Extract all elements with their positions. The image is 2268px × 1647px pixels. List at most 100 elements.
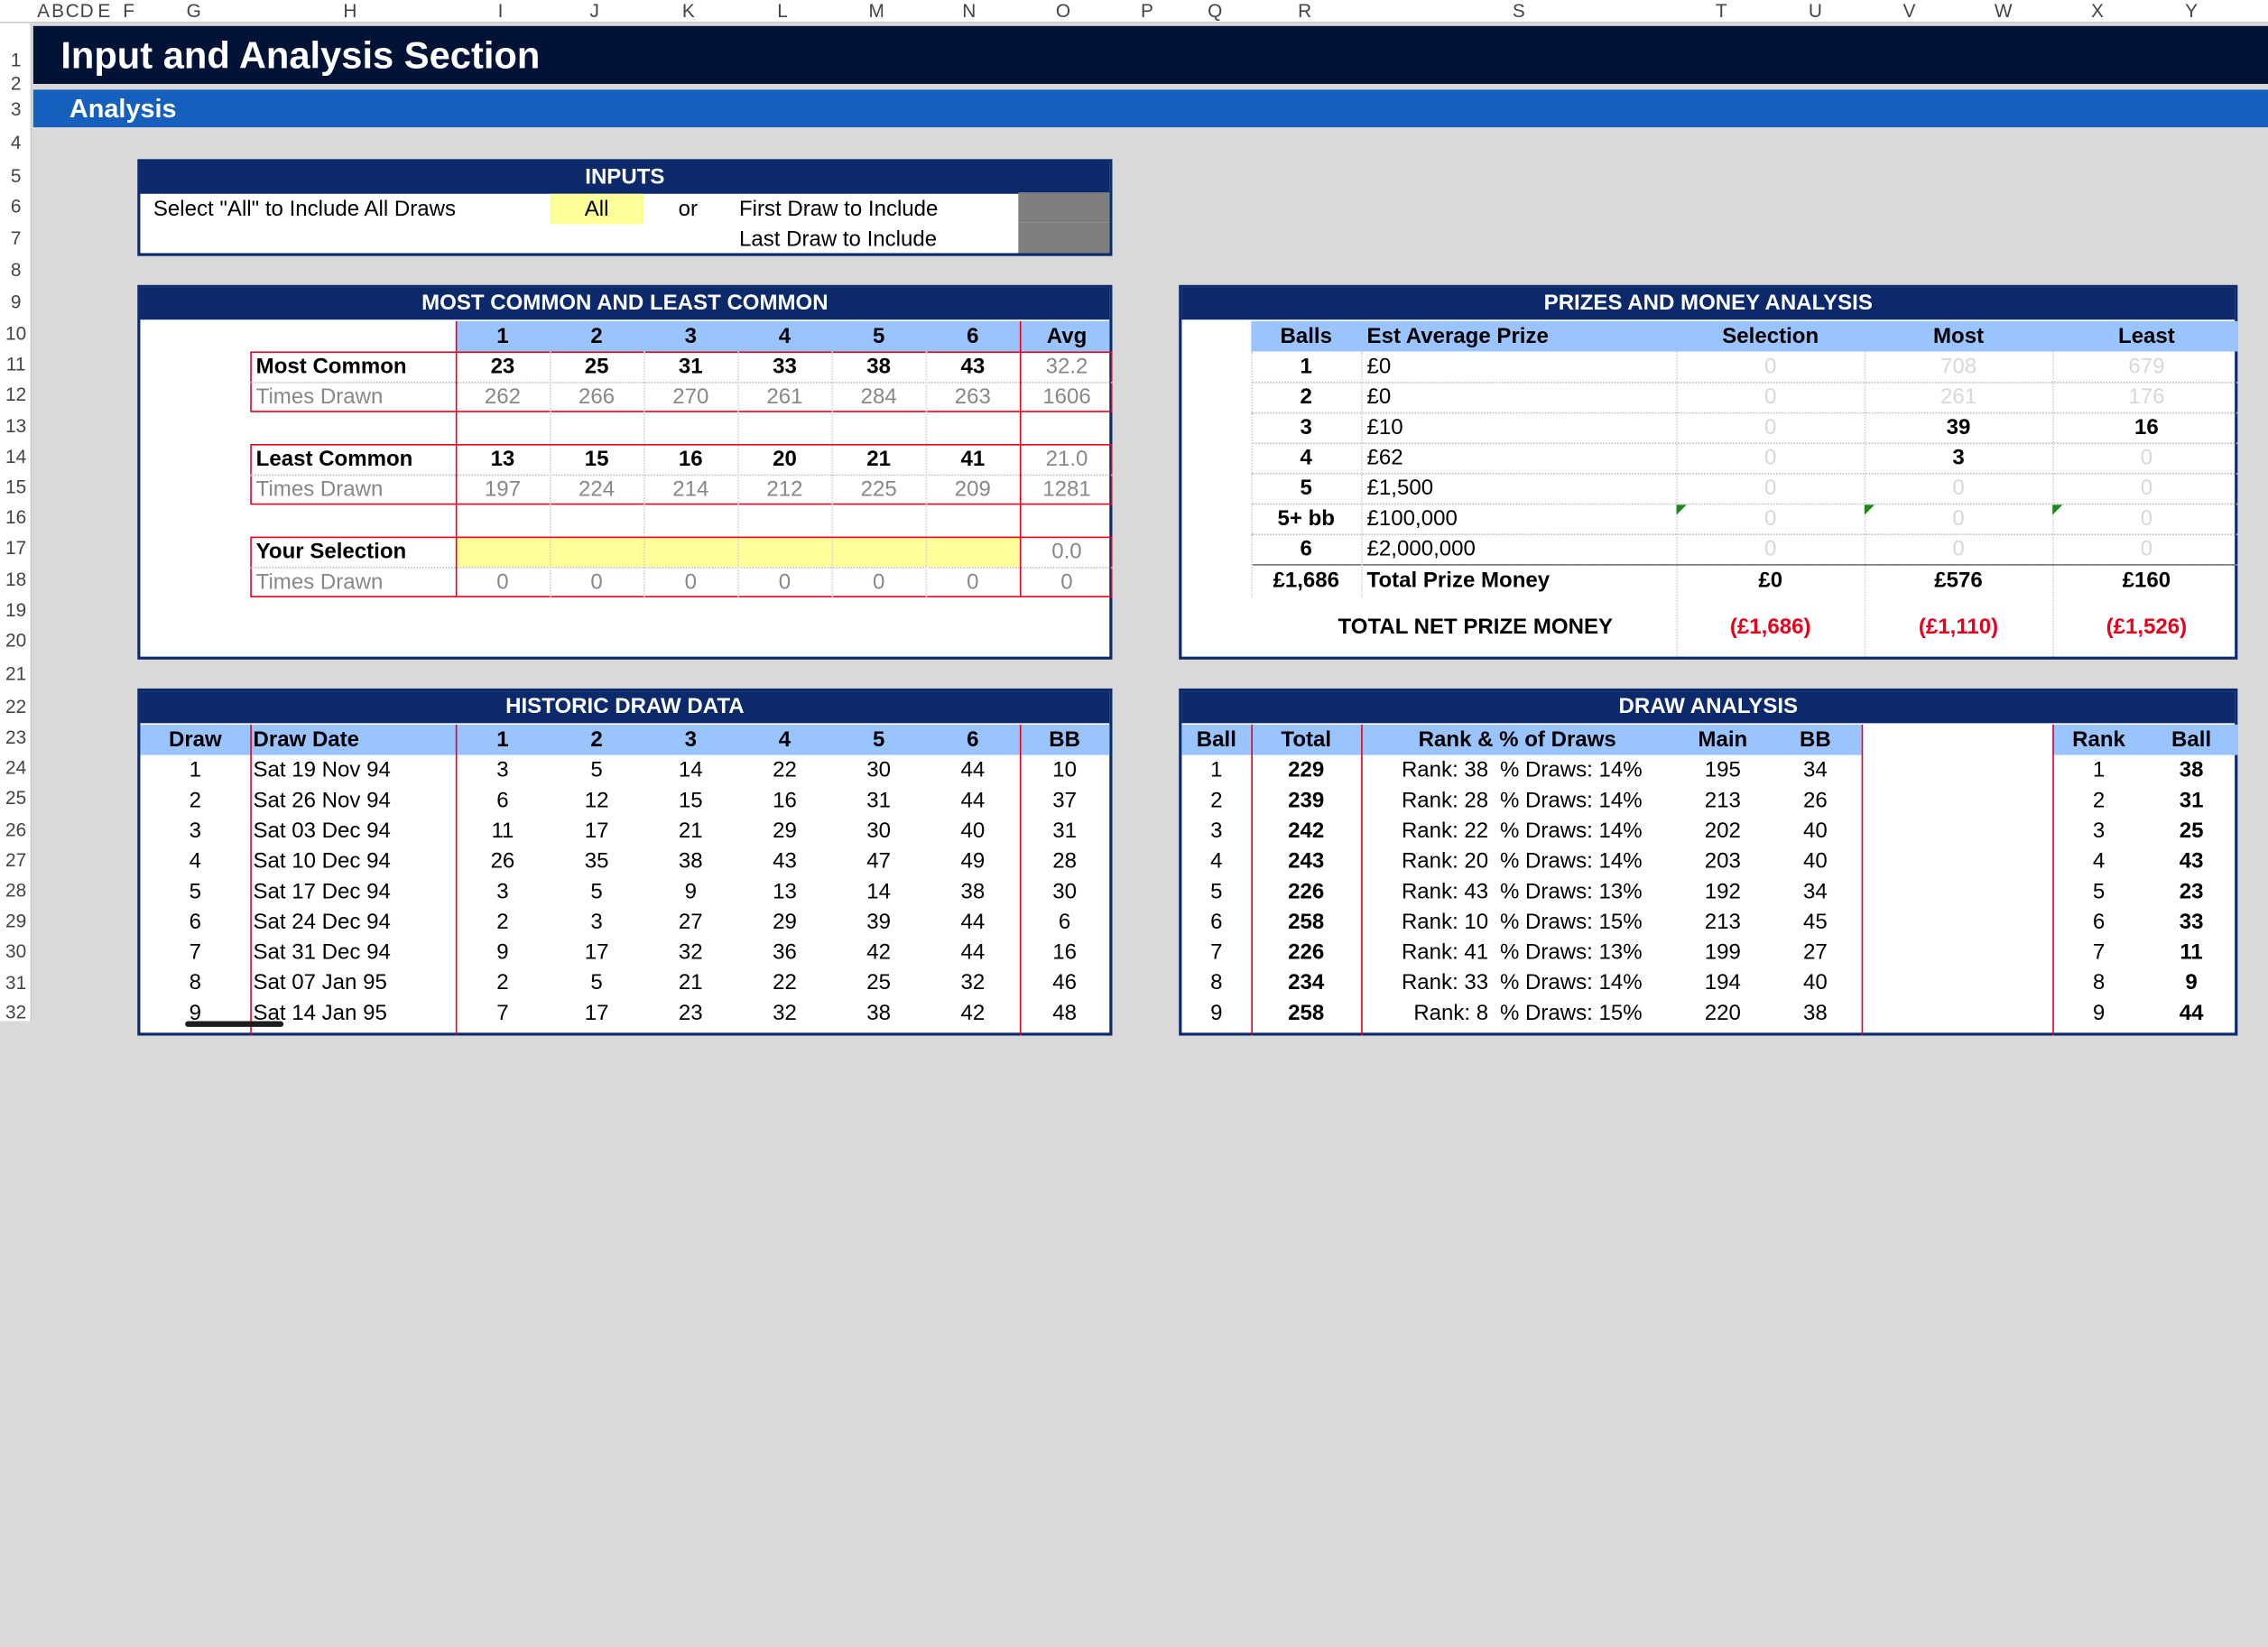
row-header[interactable]: 17 [0, 533, 32, 562]
row-header[interactable]: 25 [0, 784, 32, 813]
row-header[interactable]: 29 [0, 907, 32, 936]
row-header[interactable]: 19 [0, 596, 32, 625]
hd-cell: Sat 07 Jan 95 [253, 970, 387, 995]
hd-cell: 15 [678, 788, 703, 813]
pz-least: 679 [2128, 354, 2165, 379]
row-header[interactable]: 6 [0, 192, 32, 221]
hd-cell: 4 [189, 848, 202, 874]
hd-cell: 16 [1052, 939, 1077, 966]
hd-cell: 17 [584, 939, 609, 966]
row-header[interactable]: 12 [0, 381, 32, 410]
da-ball: 9 [1210, 1001, 1223, 1026]
sheet-tab-indicator[interactable] [185, 1021, 284, 1027]
hd-red-divider [250, 724, 252, 1036]
hd-cell: 25 [866, 970, 892, 995]
row-header[interactable]: 32 [0, 998, 32, 1027]
row-header[interactable]: 31 [0, 969, 32, 998]
column-header[interactable]: N [955, 0, 984, 23]
column-header[interactable]: S [1504, 0, 1533, 23]
row-header[interactable]: 15 [0, 473, 32, 502]
row-header[interactable]: 14 [0, 442, 32, 471]
pz-selection: 0 [1764, 414, 1777, 440]
hd-col-header: 4 [778, 727, 791, 753]
hd-cell: 26 [490, 848, 515, 874]
row-header[interactable]: 30 [0, 938, 32, 967]
column-header[interactable]: X [2083, 0, 2112, 23]
row-header[interactable]: 26 [0, 816, 32, 845]
column-header[interactable]: Q [1200, 0, 1229, 23]
column-header[interactable]: H [336, 0, 365, 23]
hd-cell: 5 [590, 879, 603, 904]
hd-cell: 38 [866, 1001, 892, 1026]
row-header[interactable]: 13 [0, 412, 32, 441]
row-header[interactable]: 8 [0, 256, 32, 285]
column-header[interactable]: G [180, 0, 208, 23]
da-rank-text: Rank: 43 [1401, 879, 1489, 904]
da-ball: 8 [1210, 970, 1223, 995]
mc-dotted-line [250, 567, 1113, 569]
column-header[interactable]: P [1133, 0, 1162, 23]
hd-cell: Sat 03 Dec 94 [253, 819, 391, 844]
row-header[interactable]: 23 [0, 723, 32, 752]
da-ball: 4 [1210, 848, 1223, 874]
mc-red-divider [455, 320, 458, 597]
row-header[interactable]: 20 [0, 626, 32, 655]
page-title: Input and Analysis Section [32, 25, 2268, 84]
pz-balls: 2 [1300, 384, 1312, 410]
da-main: 195 [1704, 757, 1741, 783]
column-header[interactable]: I [486, 0, 515, 23]
comment-marker [1864, 504, 1875, 515]
row-header[interactable]: 5 [0, 162, 32, 191]
hd-cell: 35 [584, 848, 609, 874]
column-header[interactable]: J [580, 0, 609, 23]
row-header[interactable]: 21 [0, 660, 32, 689]
first-draw-input[interactable] [1018, 192, 1110, 223]
all-draws-input[interactable]: All [550, 193, 644, 225]
row-header[interactable]: 16 [0, 504, 32, 532]
column-header[interactable]: M [862, 0, 891, 23]
mc-col-header: 4 [778, 324, 791, 349]
pz-selection: 0 [1764, 445, 1777, 470]
da-main: 213 [1704, 788, 1741, 813]
column-header[interactable]: T [1707, 0, 1736, 23]
row-header[interactable]: 28 [0, 876, 32, 905]
column-header[interactable]: O [1049, 0, 1078, 23]
column-header[interactable]: U [1801, 0, 1829, 23]
hd-cell: 36 [773, 939, 797, 966]
da-ball: 5 [1210, 879, 1223, 904]
pz-net-most: (£1,110) [1918, 615, 1999, 640]
row-header[interactable]: 2 [0, 69, 32, 98]
column-header[interactable]: L [768, 0, 797, 23]
hd-cell: Sat 24 Dec 94 [253, 910, 391, 935]
hd-cell: 42 [866, 939, 892, 966]
row-header[interactable]: 24 [0, 754, 32, 782]
pz-prize: £100,000 [1366, 505, 1458, 532]
da-rank-text: Rank: 33 [1401, 970, 1489, 995]
row-header[interactable]: 3 [0, 96, 32, 125]
row-header[interactable]: 4 [0, 129, 32, 158]
column-header[interactable]: R [1291, 0, 1319, 23]
hd-cell: 2 [496, 910, 509, 935]
inputs-panel: INPUTS Select "All" to Include All Draws… [137, 159, 1113, 256]
column-header[interactable]: F [115, 0, 143, 23]
hd-red-divider [1019, 724, 1022, 1036]
hd-cell: 13 [773, 879, 797, 904]
row-header[interactable]: 10 [0, 319, 32, 348]
row-header[interactable]: 22 [0, 693, 32, 722]
row-header[interactable]: 27 [0, 847, 32, 875]
hd-cell: 21 [678, 970, 703, 995]
column-header[interactable]: W [1989, 0, 2018, 23]
row-header[interactable]: 18 [0, 566, 32, 595]
column-header[interactable]: Y [2177, 0, 2206, 23]
row-header[interactable]: 11 [0, 350, 32, 379]
hd-col-header: 2 [590, 727, 603, 753]
row-header[interactable]: 7 [0, 224, 32, 253]
da-red-divider [1861, 724, 1864, 1036]
da-pct: % Draws: 14% [1499, 848, 1643, 874]
column-header[interactable]: K [674, 0, 703, 23]
last-draw-input[interactable] [1018, 222, 1110, 254]
column-header[interactable]: V [1895, 0, 1924, 23]
row-header[interactable]: 9 [0, 288, 32, 317]
row-headers: 1 2 3 4 5 6 7 8 9 10 11 12 13 14 15 16 17 18 19 20 21 22 23 24 2… [0, 23, 32, 1022]
da-total: 243 [1288, 848, 1325, 874]
